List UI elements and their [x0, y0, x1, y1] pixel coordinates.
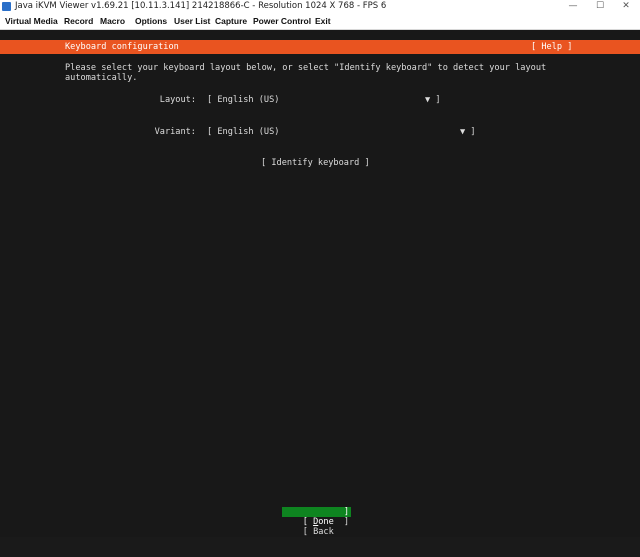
variant-dropdown-icon: ▼ ]	[460, 127, 476, 137]
java-app-icon	[2, 2, 11, 11]
done-bracket-close: ]	[343, 507, 349, 517]
back-bracket-open: [	[302, 527, 314, 537]
minimize-icon[interactable]: —	[560, 0, 586, 13]
menu-user-list[interactable]: User List	[174, 13, 210, 29]
back-label: Back	[313, 527, 334, 537]
variant-value: [ English (US)	[207, 127, 280, 137]
menu-macro[interactable]: Macro	[100, 13, 125, 29]
installer-header: Keyboard configuration [ Help ]	[0, 40, 640, 54]
variant-label: Variant:	[154, 127, 196, 137]
menu-power-control[interactable]: Power Control	[253, 13, 311, 29]
kvm-console[interactable]: Keyboard configuration [ Help ] Please s…	[0, 30, 640, 537]
layout-dropdown-icon: ▼ ]	[425, 95, 441, 105]
help-button[interactable]: [ Help ]	[531, 40, 572, 54]
menu-exit[interactable]: Exit	[315, 13, 331, 29]
close-icon[interactable]: ✕	[613, 0, 639, 13]
window-title: Java iKVM Viewer v1.69.21 [10.11.3.141] …	[15, 1, 387, 11]
window-titlebar: Java iKVM Viewer v1.69.21 [10.11.3.141] …	[0, 0, 640, 13]
back-bracket-close: ]	[343, 517, 349, 527]
identify-keyboard-button[interactable]: [ Identify keyboard ]	[261, 157, 370, 169]
back-button[interactable]: [ Back ]	[282, 517, 351, 537]
done-button[interactable]: [ Done ]	[282, 507, 351, 527]
menubar: Virtual Media Record Macro Options User …	[0, 13, 640, 30]
layout-label: Layout:	[159, 95, 196, 105]
menu-record[interactable]: Record	[64, 13, 93, 29]
menu-options[interactable]: Options	[135, 13, 167, 29]
menu-capture[interactable]: Capture	[215, 13, 247, 29]
menu-virtual-media[interactable]: Virtual Media	[5, 13, 58, 29]
maximize-icon[interactable]: ☐	[587, 0, 613, 13]
page-title: Keyboard configuration	[65, 42, 179, 52]
instructions-line-2: automatically.	[65, 73, 138, 83]
layout-value: [ English (US)	[207, 95, 280, 105]
